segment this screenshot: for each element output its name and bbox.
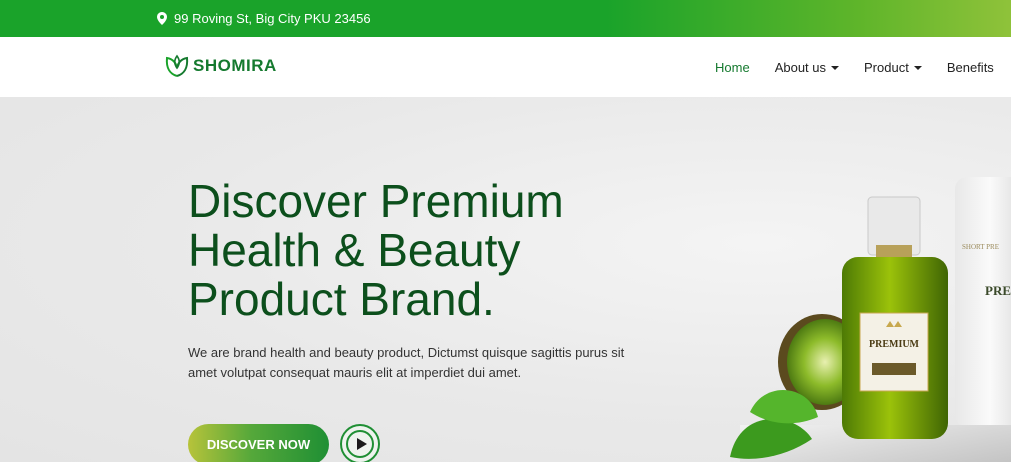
- hero-section: Discover Premium Health & Beauty Product…: [0, 97, 1011, 462]
- nav-item-label: Benefits: [946, 60, 994, 75]
- nav-item-home[interactable]: Home: [715, 60, 750, 75]
- nav-item-about-us[interactable]: About us: [774, 60, 840, 75]
- discover-now-button[interactable]: DISCOVER NOW: [188, 424, 329, 462]
- header: SHOMIRA Home About us Product Benefits P: [0, 37, 1011, 97]
- hero-description: We are brand health and beauty product, …: [188, 345, 625, 380]
- nav-item-product[interactable]: Product: [864, 60, 922, 75]
- address: 99 Roving St, Big City PKU 23456: [157, 11, 371, 26]
- leaf-logo-icon: [165, 54, 189, 77]
- caret-down-icon: [913, 65, 922, 70]
- nav-item-label: About us: [774, 60, 827, 75]
- svg-text:PRE: PRE: [985, 283, 1011, 298]
- top-bar: 99 Roving St, Big City PKU 23456: [0, 0, 1011, 37]
- caret-down-icon: [831, 65, 840, 70]
- product-image: SHORT PRE PRE PREMIUM: [730, 177, 1011, 462]
- nav-item-benefits[interactable]: Benefits: [947, 60, 994, 75]
- hero-title: Discover Premium Health & Beauty Product…: [188, 175, 564, 325]
- brand-name: SHOMIRA: [193, 56, 277, 75]
- play-video-button[interactable]: [340, 424, 380, 462]
- logo[interactable]: SHOMIRA: [164, 54, 277, 78]
- address-text: 99 Roving St, Big City PKU 23456: [174, 11, 371, 26]
- svg-text:SHORT PRE: SHORT PRE: [962, 243, 999, 251]
- map-pin-icon: [157, 12, 167, 25]
- nav-item-label: Home: [715, 60, 750, 75]
- main-nav: Home About us Product Benefits P: [715, 60, 1011, 75]
- svg-text:PREMIUM: PREMIUM: [869, 339, 920, 350]
- nav-item-label: Product: [864, 60, 909, 75]
- play-icon: [346, 430, 374, 458]
